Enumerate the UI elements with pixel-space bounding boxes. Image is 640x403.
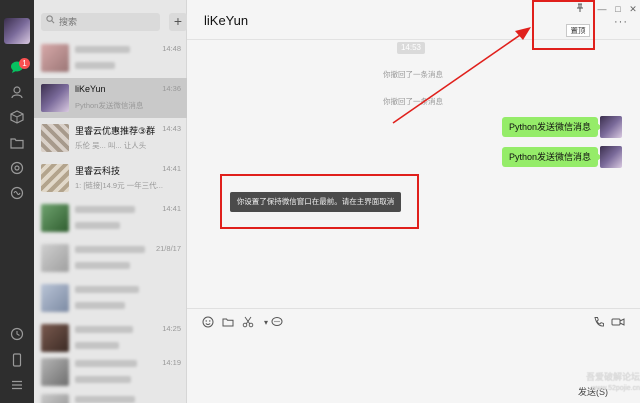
watermark-line1: 吾爱破解论坛 [585, 372, 640, 382]
chat-preview: 乐伦 吴... 叫... 让人头 [75, 141, 147, 150]
chat-list-panel: + 14:48 liKeYun 14:36 Python发送微信消息 里睿云优惠… [34, 0, 187, 403]
nav-rail: 1 [0, 0, 34, 403]
video-call-icon[interactable] [610, 316, 626, 330]
chat-preview: 1: [链接]14.9元 一年三代... [75, 181, 163, 190]
list-item-group[interactable]: 里睿云优惠推荐③群 14:43 乐伦 吴... 叫... 让人头 [34, 118, 187, 158]
blurred-name [75, 206, 135, 213]
miniprogram-icon[interactable] [9, 186, 25, 202]
chat-time: 14:48 [162, 44, 181, 53]
conversation-title: liKeYun [204, 13, 249, 28]
unread-badge: 1 [19, 58, 30, 69]
list-item[interactable] [34, 388, 187, 403]
sender-avatar[interactable] [600, 146, 622, 168]
emoji-icon[interactable] [201, 316, 215, 330]
chat-time: 14:19 [162, 358, 181, 367]
list-item[interactable]: 14:48 [34, 38, 187, 78]
list-item[interactable]: 21/8/17 [34, 238, 187, 278]
avatar [41, 284, 69, 312]
chat-time: 14:41 [162, 204, 181, 213]
avatar [41, 84, 69, 112]
list-item-likeyun[interactable]: liKeYun 14:36 Python发送微信消息 [34, 78, 187, 118]
avatar [41, 124, 69, 152]
blurred-name [75, 326, 133, 333]
timestamp-chip: 14:53 [397, 42, 425, 54]
files-icon[interactable] [9, 136, 25, 152]
chat-history-icon[interactable] [270, 316, 284, 330]
my-avatar[interactable] [4, 18, 30, 44]
blurred-preview [75, 222, 120, 229]
blurred-name [75, 286, 139, 293]
annotation-box-notice [220, 174, 419, 229]
screenshot-scissors-icon[interactable] [241, 316, 255, 330]
sender-avatar[interactable] [600, 116, 622, 138]
recall-notice: 你撤回了一条消息 [383, 70, 443, 79]
annotation-box-pin [532, 0, 595, 50]
input-divider [187, 308, 640, 309]
voice-call-icon[interactable] [592, 316, 606, 330]
avatar [41, 244, 69, 272]
search-input[interactable] [59, 15, 154, 29]
list-item[interactable]: 14:41 [34, 198, 187, 238]
chat-name: 里睿云优惠推荐③群 [75, 126, 156, 136]
chat-name: 里睿云科技 [75, 166, 121, 176]
avatar [41, 324, 69, 352]
maximize-button[interactable]: □ [611, 2, 625, 16]
blurred-preview [75, 342, 119, 349]
search-field[interactable] [41, 13, 160, 31]
chat-time: 21/8/17 [155, 244, 181, 253]
blurred-name [75, 246, 145, 253]
watermark: 吾爱破解论坛 www.52pojie.cn [555, 372, 640, 394]
list-item[interactable] [34, 278, 187, 318]
chat-name: liKeYun [75, 84, 106, 94]
wechat-window: 1 搜索 + 14:48 liKeYun 14:36 Python发送微信消息 … [0, 0, 640, 403]
avatar [41, 44, 69, 72]
avatar [41, 394, 69, 403]
blurred-preview [75, 262, 130, 269]
message-bubble[interactable]: Python发送微信消息 [501, 117, 603, 137]
moments-icon[interactable] [9, 161, 25, 177]
list-item-company[interactable]: 里睿云科技 14:41 1: [链接]14.9元 一年三代... [34, 158, 187, 198]
minimize-button[interactable]: — [595, 2, 609, 16]
folder-icon[interactable] [221, 316, 235, 330]
blurred-preview [75, 302, 125, 309]
blurred-preview [75, 376, 131, 383]
blurred-name [75, 360, 137, 367]
blurred-name [75, 396, 135, 403]
search-icon [46, 15, 55, 27]
chat-time: 14:43 [162, 124, 181, 133]
add-chat-button[interactable]: + [169, 13, 187, 31]
favorites-icon[interactable] [9, 110, 25, 126]
more-options-button[interactable]: ··· [614, 16, 628, 28]
recall-notice: 你撤回了一条消息 [383, 97, 443, 106]
close-button[interactable]: ✕ [626, 2, 640, 16]
blurred-preview [75, 62, 115, 69]
mobile-icon[interactable] [9, 353, 25, 369]
menu-icon[interactable] [9, 378, 25, 394]
search-bar: + [41, 13, 193, 31]
avatar [41, 358, 69, 386]
chat-time: 14:36 [162, 84, 181, 93]
message-bubble[interactable]: Python发送微信消息 [501, 147, 603, 167]
chat-time: 14:41 [162, 164, 181, 173]
avatar [41, 204, 69, 232]
chat-time: 14:25 [162, 324, 181, 333]
contacts-icon[interactable] [9, 85, 25, 101]
list-item[interactable]: 14:19 [34, 352, 187, 392]
chat-preview: Python发送微信消息 [75, 101, 144, 110]
phone-link-icon[interactable] [9, 327, 25, 343]
watermark-line2: www.52pojie.cn [591, 385, 640, 392]
avatar [41, 164, 69, 192]
blurred-name [75, 46, 130, 53]
